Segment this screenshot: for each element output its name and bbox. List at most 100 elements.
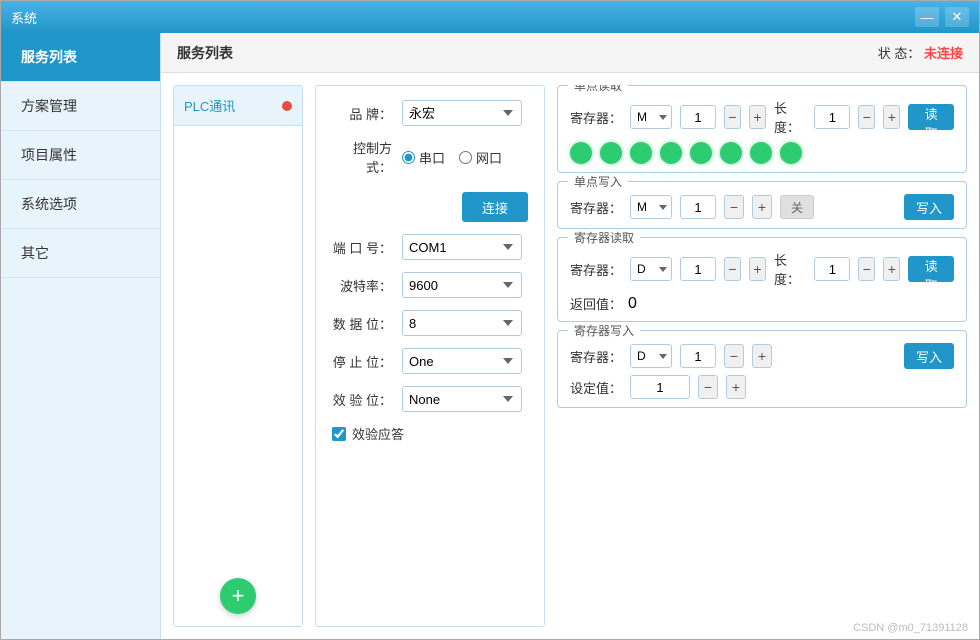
single-write-plus-btn[interactable]: + <box>752 195 772 219</box>
single-read-len-minus-btn[interactable]: − <box>858 105 875 129</box>
verify-label: 效验应答 <box>352 424 404 443</box>
reg-write-minus-btn[interactable]: − <box>724 344 744 368</box>
sidebar-item-solution-mgmt[interactable]: 方案管理 <box>1 82 160 131</box>
minimize-button[interactable]: — <box>915 7 939 27</box>
databits-row: 数 据 位： 87 <box>332 310 528 336</box>
single-read-minus-btn[interactable]: − <box>724 105 741 129</box>
brand-row: 品 牌： 永宏 三菱 西门子 <box>332 100 528 126</box>
single-write-row: 寄存器： MDYX − + 关 写入 <box>570 194 954 220</box>
sidebar-item-system-options[interactable]: 系统选项 <box>1 180 160 229</box>
status-area: 状 态： 未连接 <box>878 43 963 62</box>
single-read-reg-label: 寄存器： <box>570 108 622 127</box>
reg-read-len-plus-btn[interactable]: + <box>883 257 900 281</box>
baud-select[interactable]: 960019200115200 <box>402 272 522 298</box>
reg-write-reg-label: 寄存器： <box>570 347 622 366</box>
led-8 <box>780 142 802 164</box>
led-1 <box>570 142 592 164</box>
led-row <box>570 142 954 164</box>
reg-read-btn[interactable]: 读取 <box>908 256 954 282</box>
brand-select[interactable]: 永宏 三菱 西门子 <box>402 100 522 126</box>
reg-read-return-value: 0 <box>628 295 637 313</box>
plc-item[interactable]: PLC通讯 <box>174 86 302 126</box>
settings-area: 品 牌： 永宏 三菱 西门子 控制方式： <box>315 85 967 627</box>
reg-write-set-input[interactable] <box>630 375 690 399</box>
content-header: 服务列表 状 态： 未连接 <box>161 33 979 73</box>
right-panel: 单点读取 寄存器： MDYX − + 长度： <box>557 85 967 627</box>
single-read-num-input[interactable] <box>680 105 716 129</box>
connect-button[interactable]: 连接 <box>462 192 528 222</box>
reg-write-row2: 设定值： − + <box>570 375 954 399</box>
stopbits-label: 停 止 位： <box>332 352 392 371</box>
stopbits-select[interactable]: OneTwo1.5 <box>402 348 522 374</box>
single-write-reg-select[interactable]: MDYX <box>630 195 672 219</box>
led-4 <box>660 142 682 164</box>
single-write-btn[interactable]: 写入 <box>904 194 954 220</box>
port-select[interactable]: COM1COM2COM3 <box>402 234 522 260</box>
brand-label: 品 牌： <box>332 104 392 123</box>
single-write-num-input[interactable] <box>680 195 716 219</box>
reg-write-set-minus-btn[interactable]: − <box>698 375 718 399</box>
sidebar-item-other[interactable]: 其它 <box>1 229 160 278</box>
add-plc-button[interactable]: + <box>220 578 256 614</box>
serial-radio-label[interactable]: 串口 <box>402 148 445 167</box>
verify-row: 效验应答 <box>332 424 528 443</box>
single-read-len-label: 长度： <box>774 98 806 136</box>
reg-write-row1: 寄存器： DMYX − + 写入 <box>570 343 954 369</box>
reg-read-len-input[interactable] <box>814 257 850 281</box>
reg-write-plus-btn[interactable]: + <box>752 344 772 368</box>
reg-read-return-row: 返回值： 0 <box>570 294 954 313</box>
single-read-section: 单点读取 寄存器： MDYX − + 长度： <box>557 85 967 173</box>
single-read-len-input[interactable] <box>814 105 850 129</box>
reg-read-num-input[interactable] <box>680 257 716 281</box>
led-7 <box>750 142 772 164</box>
sidebar-item-project-props[interactable]: 项目属性 <box>1 131 160 180</box>
network-radio-label[interactable]: 网口 <box>459 148 502 167</box>
led-2 <box>600 142 622 164</box>
reg-read-len-label: 长度： <box>774 250 806 288</box>
single-read-reg-select[interactable]: MDYX <box>630 105 672 129</box>
network-label: 网口 <box>476 148 502 167</box>
close-button[interactable]: ✕ <box>945 7 969 27</box>
port-row: 端 口 号： COM1COM2COM3 <box>332 234 528 260</box>
reg-write-set-plus-btn[interactable]: + <box>726 375 746 399</box>
sidebar-item-service-list[interactable]: 服务列表 <box>1 33 160 82</box>
main-window: 系统 — ✕ 服务列表 方案管理 项目属性 系统选项 其它 <box>0 0 980 640</box>
serial-radio[interactable] <box>402 151 415 164</box>
led-3 <box>630 142 652 164</box>
reg-write-reg-select[interactable]: DMYX <box>630 344 672 368</box>
titlebar-controls: — ✕ <box>915 7 969 27</box>
control-radio-group: 串口 网口 <box>402 148 502 167</box>
reg-write-btn[interactable]: 写入 <box>904 343 954 369</box>
single-read-plus-btn[interactable]: + <box>749 105 766 129</box>
reg-write-section: 寄存器写入 寄存器： DMYX − + 写入 <box>557 330 967 408</box>
led-5 <box>690 142 712 164</box>
single-write-minus-btn[interactable]: − <box>724 195 744 219</box>
sidebar: 服务列表 方案管理 项目属性 系统选项 其它 <box>1 33 161 639</box>
connect-row: 连接 <box>332 188 528 222</box>
reg-read-minus-btn[interactable]: − <box>724 257 741 281</box>
reg-read-plus-btn[interactable]: + <box>749 257 766 281</box>
content-area: 服务列表 状 态： 未连接 PLC通讯 + <box>161 33 979 639</box>
verify-checkbox[interactable] <box>332 427 346 441</box>
plc-item-label: PLC通讯 <box>184 96 235 115</box>
single-read-btn[interactable]: 读取 <box>908 104 954 130</box>
reg-write-num-input[interactable] <box>680 344 716 368</box>
baud-label: 波特率： <box>332 276 392 295</box>
single-write-toggle-btn[interactable]: 关 <box>780 195 814 219</box>
single-read-len-plus-btn[interactable]: + <box>883 105 900 129</box>
parity-select[interactable]: NoneEvenOdd <box>402 386 522 412</box>
parity-row: 效 验 位： NoneEvenOdd <box>332 386 528 412</box>
reg-read-reg-select[interactable]: DMYX <box>630 257 672 281</box>
led-6 <box>720 142 742 164</box>
single-write-section: 单点写入 寄存器： MDYX − + 关 写入 <box>557 181 967 229</box>
databits-select[interactable]: 87 <box>402 310 522 336</box>
reg-read-title: 寄存器读取 <box>568 229 640 246</box>
network-radio[interactable] <box>459 151 472 164</box>
single-read-row1: 寄存器： MDYX − + 长度： − + <box>570 98 954 136</box>
titlebar: 系统 — ✕ <box>1 1 979 33</box>
reg-read-len-minus-btn[interactable]: − <box>858 257 875 281</box>
baud-row: 波特率： 960019200115200 <box>332 272 528 298</box>
databits-label: 数 据 位： <box>332 314 392 333</box>
single-read-title: 单点读取 <box>568 85 628 94</box>
watermark: CSDN @m0_71391128 <box>853 622 968 634</box>
